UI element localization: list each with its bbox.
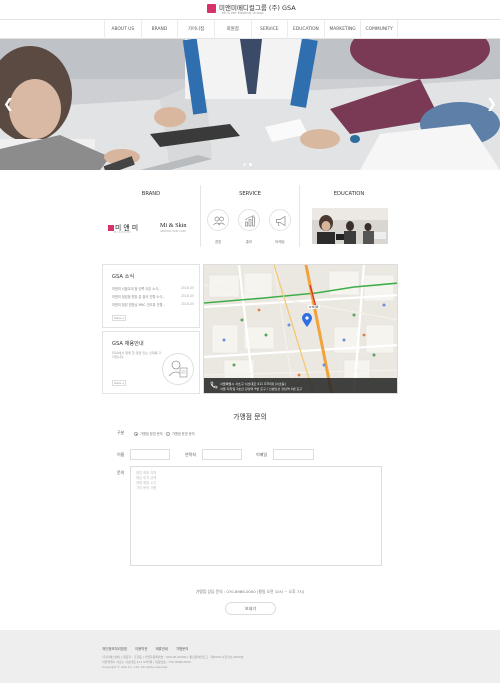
name-input[interactable] xyxy=(130,449,170,460)
map-address-bar: 서울특별시 서초구 서초대로 411 GT타워 (서초동) 서울 지하철 2호선… xyxy=(204,378,397,393)
news-row-date: 2018.05 xyxy=(180,294,194,298)
hire-more-button[interactable]: more + xyxy=(112,380,126,386)
service-label-marketing: 마케팅 xyxy=(275,240,285,244)
hero-meeting-photo xyxy=(0,39,500,170)
email-input[interactable] xyxy=(273,449,314,460)
brand-logo-miskin[interactable]: Mi & Skin xyxy=(160,222,186,229)
street-map xyxy=(204,265,397,393)
inquiry-placeholder: 창업 희망 지역 예상 투자 금액 개원 희망 시기 기타 문의 사항 xyxy=(136,471,157,490)
hero-slider: ❮ ❯ xyxy=(0,39,500,170)
phone-label: 연락처 xyxy=(185,452,197,457)
inquiry-textarea[interactable]: 창업 희망 지역 예상 투자 금액 개원 희망 시기 기타 문의 사항 xyxy=(130,466,382,566)
inquiry-form-title: 가맹점 문의 xyxy=(233,413,267,421)
bar-chart-icon xyxy=(244,215,255,227)
brand-column: BRAND 미 앤 미 MIANDMI Mi & Skin GENERAL SK… xyxy=(102,182,200,250)
map-directions-line: 서울 지하철 2호선 강남역 9번 출구 / 신분당선 강남역 4번 출구 xyxy=(220,387,303,391)
form-note: 가맹점 상담 문의 : 070-8986-0000 (평일 오전 10시 ~ 오… xyxy=(195,589,305,594)
nav-item-education[interactable]: EDUCATION xyxy=(288,20,325,39)
education-photo[interactable] xyxy=(312,208,388,244)
nav-item-franchise[interactable]: 가이니점 xyxy=(178,20,215,39)
inquiry-label: 문의 xyxy=(117,470,125,475)
news-title: GSA 소식 xyxy=(112,274,135,280)
education-title: EDUCATION xyxy=(333,191,365,197)
news-row[interactable]: 미앤미 서울교대 점 안쪽 오픈 소식... 2018.05 xyxy=(112,286,194,293)
footer-link-franchise[interactable]: 가맹문의 xyxy=(176,646,188,651)
nav-item-about-us[interactable]: ABOUT US xyxy=(105,20,142,39)
news-row-text: 미앤미 서울교대 점 안쪽 오픈 소식... xyxy=(112,287,162,291)
service-label-pr: 홍보 xyxy=(245,240,253,244)
service-pr-button[interactable] xyxy=(238,209,260,231)
nav-item-brand[interactable]: BRAND xyxy=(142,20,179,39)
brand-logo2-sub: GENERAL SKIN CARE xyxy=(160,230,186,233)
name-label: 이름 xyxy=(117,452,125,457)
news-row[interactable]: 미앤미 청담점 원장 분 출국 진행 소식... 2018.05 xyxy=(112,294,194,301)
radio-operation-label: 가맹점 운영 문의 xyxy=(172,432,195,436)
hire-description: GSA에서 함께 할 열정 있는 인재를 기다립니다. xyxy=(112,351,162,360)
service-column: SERVICE 경영 홍보 마케팅 xyxy=(201,182,299,250)
education-classroom-image xyxy=(312,208,388,244)
logo-mark-icon[interactable] xyxy=(207,4,216,13)
hire-panel: GSA 채용안내 GSA에서 함께 할 열정 있는 인재를 기다립니다. mor… xyxy=(102,331,200,394)
hero-dot[interactable] xyxy=(243,163,246,166)
footer-links: 개인정보처리방침 이용약관 제휴안내 가맹문의 xyxy=(102,646,188,651)
footer-company-info: (주)지에스에이 | 대표자 : 홍길동 | 사업자등록번호 : 000-00-… xyxy=(102,655,244,659)
phone-input[interactable] xyxy=(202,449,242,460)
service-marketing-button[interactable] xyxy=(269,209,291,231)
news-row-date: 2018.05 xyxy=(180,286,194,290)
nav-item-service[interactable]: SERVICE xyxy=(252,20,289,39)
location-map[interactable]: GT타워 서울특별시 서초구 서초대로 411 GT타워 (서초동) 서울 지하… xyxy=(203,264,398,394)
service-management-button[interactable] xyxy=(207,209,229,231)
footer-link-privacy[interactable]: 개인정보처리방침 xyxy=(102,646,127,651)
hire-person-icon[interactable] xyxy=(162,353,194,385)
megaphone-icon xyxy=(276,215,286,227)
people-icon xyxy=(213,216,225,226)
news-row-text: 미앤미 청담점 원장 분 출국 진행 소식... xyxy=(112,295,166,299)
news-more-button[interactable]: more + xyxy=(112,315,126,321)
radio-startup-label: 가맹점 창업 문의 xyxy=(140,432,163,436)
news-row-date: 2018.05 xyxy=(180,302,194,306)
radio-startup-inquiry[interactable] xyxy=(134,432,138,436)
footer-copyright: Copyright © GSA Co., Ltd. All rights res… xyxy=(102,665,169,669)
news-panel: GSA 소식 미앤미 서울교대 점 안쪽 오픈 소식... 2018.05 미앤미… xyxy=(102,264,200,328)
hero-dot-active[interactable] xyxy=(249,163,252,166)
nav-item-community[interactable]: COMMUNITY xyxy=(361,20,398,39)
site-footer: 개인정보처리방침 이용약관 제휴안내 가맹문의 (주)지에스에이 | 대표자 :… xyxy=(0,630,500,683)
hero-pagination xyxy=(243,163,252,166)
hero-next-arrow-icon[interactable]: ❯ xyxy=(486,97,497,112)
hero-prev-arrow-icon[interactable]: ❮ xyxy=(3,97,14,112)
type-label: 구분 xyxy=(117,430,125,435)
hire-title: GSA 채용안내 xyxy=(112,341,144,347)
site-header: 미앤미메디컬그룹 (주) GSA Mi & Me Medical Group xyxy=(0,0,500,18)
map-pin-label: GT타워 xyxy=(308,305,320,309)
radio-operation-inquiry[interactable] xyxy=(166,432,170,436)
education-column: EDUCATION xyxy=(300,182,398,250)
main-nav: ABOUT US BRAND 가이니점 회원점 SERVICE EDUCATIO… xyxy=(0,19,500,39)
nav-item-member[interactable]: 회원점 xyxy=(215,20,252,39)
footer-link-terms[interactable]: 이용약관 xyxy=(135,646,147,651)
news-row-text: 미앤미 청담 원장님 MBC 인터뷰 진행... xyxy=(112,303,166,307)
service-label-management: 경영 xyxy=(214,240,222,244)
brand-logo1-sub: MIANDMI xyxy=(114,231,133,234)
site-logo-subtitle: Mi & Me Medical Group xyxy=(222,11,264,15)
footer-address: 서울특별시 서초구 서초대로 411 GT타워 | 대표번호 : 070-898… xyxy=(102,660,191,664)
brand-title: BRAND xyxy=(141,191,161,197)
footer-link-partnership[interactable]: 제휴안내 xyxy=(155,646,167,651)
email-label: 이메일 xyxy=(256,452,268,457)
person-document-icon xyxy=(168,360,188,378)
news-row[interactable]: 미앤미 청담 원장님 MBC 인터뷰 진행... 2018.05 xyxy=(112,302,194,309)
nav-item-marketing[interactable]: MARKETING xyxy=(325,20,362,39)
feature-columns: BRAND 미 앤 미 MIANDMI Mi & Skin GENERAL SK… xyxy=(102,182,398,250)
phone-icon xyxy=(210,381,218,389)
submit-button[interactable]: 보내기 xyxy=(225,602,276,615)
service-title: SERVICE xyxy=(239,191,261,197)
